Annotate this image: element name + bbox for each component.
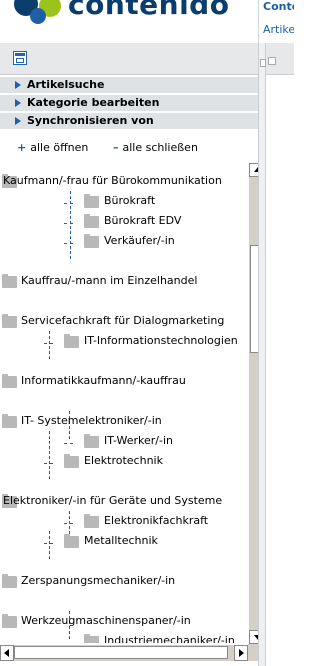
folder-icon (2, 374, 17, 388)
horizontal-scrollbar[interactable] (0, 644, 248, 661)
section-synchronisieren-von[interactable]: Synchronisieren von (0, 113, 266, 130)
tree-item-label: IT-Werker/-in (104, 434, 173, 447)
folder-icon (2, 574, 17, 588)
folder-icon (64, 534, 79, 548)
tree-item-label: Werkzeugmaschinenspaner/-in (21, 614, 191, 627)
app-header: contenido Conte Artike (0, 0, 294, 43)
tree-item-label: Kaufmann/-frau für Bürokommunikation (3, 174, 222, 187)
content-link[interactable]: Conte (263, 0, 294, 13)
close-all-label: alle schließen (122, 141, 198, 154)
folder-icon (84, 514, 99, 528)
expand-triangle-icon (15, 117, 21, 125)
tree-item-label: Zerspanungsmechaniker/-in (21, 574, 176, 587)
tree-item-label: IT- Systemelektroniker/-in (21, 414, 162, 427)
section-label: Kategorie bearbeiten (27, 96, 160, 109)
section-label: Artikelsuche (27, 78, 105, 91)
scroll-right-icon[interactable] (234, 645, 248, 661)
minus-icon: – (113, 141, 119, 154)
tree-item-label: Elektrotechnik (84, 454, 163, 467)
articles-link[interactable]: Artike (263, 23, 294, 36)
tree-item-label: Informatikkaufmann/-kauffrau (21, 374, 186, 387)
tree-item-label: Kauffrau/-mann im Einzelhandel (21, 274, 198, 287)
tree-item-label: Industriemechaniker/-in (104, 634, 235, 643)
tree-item-label: Metalltechnik (84, 534, 158, 547)
section-artikelsuche[interactable]: Artikelsuche (0, 77, 266, 94)
open-all-label: alle öffnen (30, 141, 89, 154)
folder-icon (84, 434, 99, 448)
expand-triangle-icon (15, 81, 21, 89)
folder-icon (64, 454, 79, 468)
plus-icon: + (17, 141, 27, 154)
folder-icon (84, 634, 99, 643)
folder-icon (2, 314, 17, 328)
tree-item-label: Bürokraft EDV (104, 214, 182, 227)
folder-icon (84, 214, 99, 228)
contenido-logo-icon (14, 0, 61, 24)
tree-item-label: Bürokraft (104, 194, 156, 207)
resize-handle-icon[interactable] (268, 57, 276, 65)
tree-item-label: Elektroniker/-in für Geräte und Systeme (3, 494, 223, 507)
section-label: Synchronisieren von (27, 114, 154, 127)
pane-toolbar (0, 43, 266, 75)
content-frame (266, 43, 294, 666)
folder-icon (84, 234, 99, 248)
category-tree: Kaufmann/-frau für Bürokommunikation Bür… (0, 163, 248, 643)
tree-item-label: Servicefachkraft für Dialogmarketing (21, 314, 225, 327)
logo-text: contenido (68, 0, 230, 21)
horizontal-scroll-thumb[interactable] (14, 646, 228, 659)
frame-icon[interactable] (13, 51, 27, 65)
scroll-left-icon[interactable] (0, 645, 14, 661)
tree-item-label: Elektronikfachkraft (104, 514, 209, 527)
folder-icon (84, 194, 99, 208)
tree-item-label: IT-Informationstechnologien (84, 334, 238, 347)
tree-item-label: Verkäufer/-in (104, 234, 175, 247)
header-divider (258, 0, 259, 43)
frame-splitter[interactable] (258, 43, 266, 666)
folder-icon (2, 274, 17, 288)
folder-icon (2, 614, 17, 628)
folder-icon (64, 334, 79, 348)
expand-triangle-icon (15, 99, 21, 107)
open-all-link[interactable]: + alle öffnen (17, 141, 88, 154)
folder-icon (2, 414, 17, 428)
close-all-link[interactable]: – alle schließen (113, 141, 198, 154)
expand-collapse-bar: + alle öffnen – alle schließen (0, 133, 266, 163)
content-toolbar (266, 43, 294, 75)
section-kategorie-bearbeiten[interactable]: Kategorie bearbeiten (0, 95, 266, 112)
